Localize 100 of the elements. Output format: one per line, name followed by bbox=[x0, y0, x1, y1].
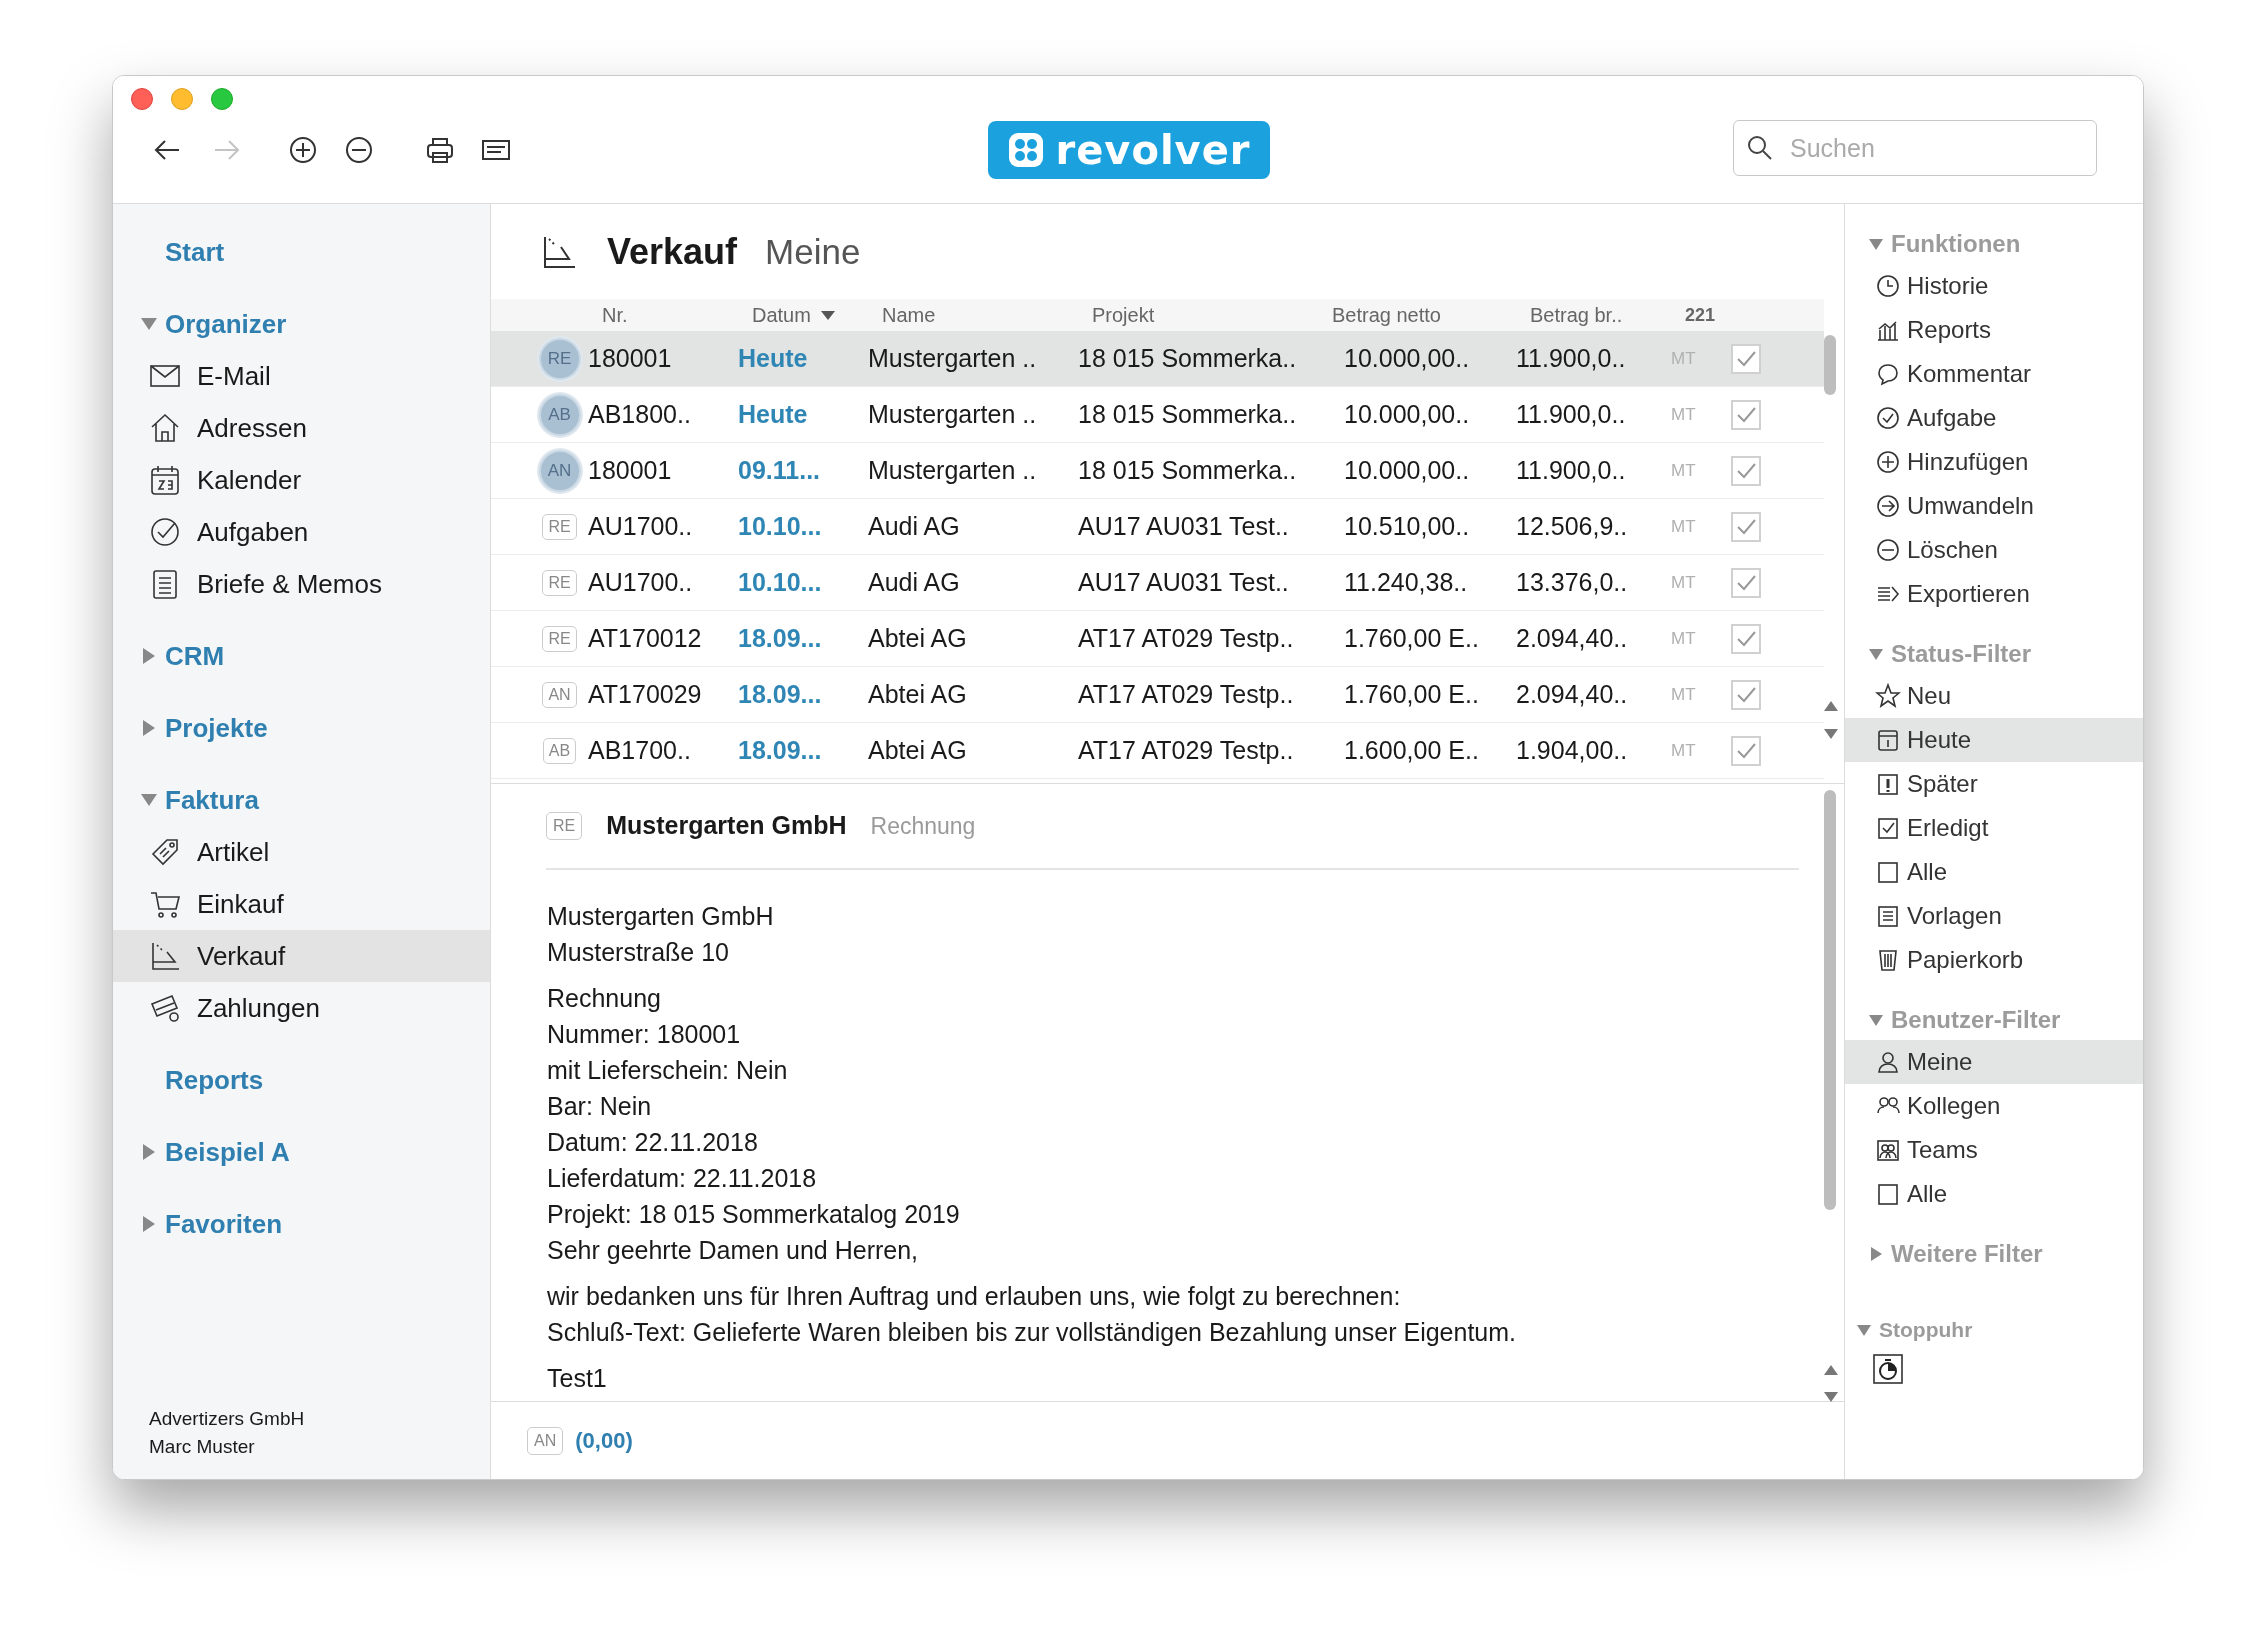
checkbox[interactable] bbox=[1731, 567, 1761, 598]
expand-triangle-icon[interactable] bbox=[1871, 1247, 1882, 1261]
sidebar-item[interactable]: Aufgaben bbox=[113, 506, 490, 558]
column-header[interactable]: 221 bbox=[1685, 301, 1785, 329]
panel-item[interactable]: Meine bbox=[1845, 1040, 2143, 1084]
minimize-button[interactable] bbox=[171, 88, 193, 110]
calendar-icon bbox=[1875, 727, 1901, 753]
table-cell-text: 180001 bbox=[588, 454, 673, 486]
table-row[interactable]: AN 180001 09.11... Mustergarten .. 18 015 Sommerka.. 10.000,00.. 11.900,0.. MT bbox=[491, 443, 1824, 499]
clock-icon bbox=[1875, 273, 1901, 299]
panel-item[interactable]: Kommentar bbox=[1845, 352, 2143, 396]
table-cell-text: AU1700.. bbox=[588, 510, 694, 542]
panel-item[interactable]: Neu bbox=[1845, 674, 2143, 718]
table-row[interactable]: AB AB1700.. 18.09... Abtei AG AT17 AT029 Testp.. 1.600,00 E.. 1.904,00.. MT bbox=[491, 723, 1824, 779]
column-header[interactable]: Projekt bbox=[1092, 300, 1332, 330]
sidebar-section-heading[interactable]: Favoriten bbox=[165, 1204, 283, 1244]
expand-triangle-icon[interactable] bbox=[143, 648, 155, 664]
zoom-button[interactable] bbox=[211, 88, 233, 110]
search-field[interactable]: Suchen bbox=[1733, 120, 2097, 176]
sidebar-section-heading[interactable]: Faktura bbox=[165, 780, 259, 820]
panel-item[interactable]: Später bbox=[1845, 762, 2143, 806]
panel-item[interactable]: Historie bbox=[1845, 264, 2143, 308]
collapse-triangle-icon[interactable] bbox=[141, 318, 157, 330]
expand-triangle-icon[interactable] bbox=[143, 1216, 155, 1232]
column-header[interactable]: Betrag netto bbox=[1332, 300, 1530, 330]
panel-item[interactable]: Umwandeln bbox=[1845, 484, 2143, 528]
table-cell-text: AT170029 bbox=[588, 678, 703, 710]
column-header[interactable]: Nr. bbox=[602, 300, 752, 330]
sidebar-item[interactable]: Artikel bbox=[113, 826, 490, 878]
sidebar-item[interactable]: Adressen bbox=[113, 402, 490, 454]
panel-item[interactable]: Hinzufügen bbox=[1845, 440, 2143, 484]
plus-circle-icon[interactable] bbox=[289, 136, 317, 164]
panel-item[interactable]: Teams bbox=[1845, 1128, 2143, 1172]
panel-item[interactable]: Exportieren bbox=[1845, 572, 2143, 616]
person-icon bbox=[1875, 1049, 1901, 1075]
table-row[interactable]: RE AU1700.. 10.10... Audi AG AU17 AU031 Test.. 11.240,38.. 13.376,0.. MT bbox=[491, 555, 1824, 611]
sidebar-item[interactable]: Kalender bbox=[113, 454, 490, 506]
table-row[interactable]: AN AT170029 18.09... Abtei AG AT17 AT029 Testp.. 1.760,00 E.. 2.094,40.. MT bbox=[491, 667, 1824, 723]
checkbox[interactable] bbox=[1731, 343, 1761, 374]
table-cell-text: 18.09... bbox=[738, 622, 823, 654]
sidebar-item[interactable]: E-Mail bbox=[113, 350, 490, 402]
collapse-triangle-icon[interactable] bbox=[1869, 648, 1883, 660]
scrollbar-thumb[interactable] bbox=[1824, 335, 1836, 395]
panel-item[interactable]: Erledigt bbox=[1845, 806, 2143, 850]
checkmark-circle-icon bbox=[1875, 405, 1901, 431]
panel-item[interactable]: Löschen bbox=[1845, 528, 2143, 572]
table-cell-text: AU17 AU031 Test.. bbox=[1078, 566, 1290, 598]
document-text-line: Lieferdatum: 22.11.2018 bbox=[547, 1163, 818, 1194]
checkbox[interactable] bbox=[1731, 511, 1761, 542]
column-header[interactable]: Datum bbox=[752, 300, 882, 330]
sidebar-section-heading[interactable]: Beispiel A bbox=[165, 1132, 290, 1172]
checkbox[interactable] bbox=[1731, 455, 1761, 486]
scrollbar-thumb[interactable] bbox=[1824, 790, 1836, 1210]
table-row[interactable]: AB AB1800.. Heute Mustergarten .. 18 015 Sommerka.. 10.000,00.. 11.900,0.. MT bbox=[491, 387, 1824, 443]
document-title: Mustergarten GmbH bbox=[606, 810, 847, 842]
column-header[interactable]: Betrag br.. bbox=[1530, 300, 1685, 330]
collapse-triangle-icon[interactable] bbox=[1869, 238, 1883, 250]
sidebar-item[interactable]: Zahlungen bbox=[113, 982, 490, 1034]
sidebar-item[interactable]: Einkauf bbox=[113, 878, 490, 930]
table-row[interactable]: RE AU1700.. 10.10... Audi AG AU17 AU031 Test.. 10.510,00.. 12.506,9.. MT bbox=[491, 499, 1824, 555]
table-cell-text: 13.376,0.. bbox=[1516, 566, 1629, 598]
logo-text: revolver bbox=[1055, 130, 1251, 170]
panel-item[interactable]: Vorlagen bbox=[1845, 894, 2143, 938]
table-cell-text: Audi AG bbox=[868, 510, 961, 542]
panel-item[interactable]: Papierkorb bbox=[1845, 938, 2143, 982]
sidebar-section-heading[interactable]: Projekte bbox=[165, 708, 268, 748]
collapse-triangle-icon[interactable] bbox=[1869, 1014, 1883, 1026]
stopwatch-icon[interactable] bbox=[1873, 1354, 1903, 1384]
panel-item[interactable]: Alle bbox=[1845, 1172, 2143, 1216]
document-text-line: Nummer: 180001 bbox=[547, 1019, 742, 1050]
table-cell-text: 18 015 Sommerka.. bbox=[1078, 454, 1298, 486]
panel-item[interactable]: Aufgabe bbox=[1845, 396, 2143, 440]
checkbox[interactable] bbox=[1731, 399, 1761, 430]
expand-triangle-icon[interactable] bbox=[143, 720, 155, 736]
collapse-triangle-icon[interactable] bbox=[141, 794, 157, 806]
sidebar-link[interactable]: Reports bbox=[165, 1060, 264, 1100]
panel-item[interactable]: Kollegen bbox=[1845, 1084, 2143, 1128]
checkbox[interactable] bbox=[1731, 735, 1761, 766]
panel-item[interactable]: Heute bbox=[1845, 718, 2143, 762]
checkbox[interactable] bbox=[1731, 679, 1761, 710]
panel-item[interactable]: Alle bbox=[1845, 850, 2143, 894]
printer-icon[interactable] bbox=[425, 136, 455, 164]
sidebar-section-heading[interactable]: Organizer bbox=[165, 304, 287, 344]
sidebar-item[interactable]: Verkauf bbox=[113, 930, 490, 982]
panel-item[interactable]: Reports bbox=[1845, 308, 2143, 352]
table-row[interactable]: RE AT170012 18.09... Abtei AG AT17 AT029 Testp.. 1.760,00 E.. 2.094,40.. MT bbox=[491, 611, 1824, 667]
column-header[interactable]: Name bbox=[882, 300, 1092, 330]
checkbox[interactable] bbox=[1731, 623, 1761, 654]
sidebar-section-heading[interactable]: CRM bbox=[165, 636, 225, 676]
table-cell-text: AU1700.. bbox=[588, 566, 694, 598]
close-button[interactable] bbox=[131, 88, 153, 110]
table-cell-text: 10.510,00.. bbox=[1343, 510, 1471, 542]
minus-circle-icon[interactable] bbox=[345, 136, 373, 164]
sidebar-item[interactable]: Briefe & Memos bbox=[113, 558, 490, 610]
table-cell-text: AU17 AU031 Test.. bbox=[1078, 510, 1290, 542]
collapse-triangle-icon[interactable] bbox=[1857, 1324, 1871, 1336]
expand-triangle-icon[interactable] bbox=[143, 1144, 155, 1160]
document-type-tag: RE bbox=[538, 337, 581, 380]
document-type-tag: AB bbox=[538, 393, 581, 436]
sidebar-link[interactable]: Start bbox=[165, 232, 225, 272]
